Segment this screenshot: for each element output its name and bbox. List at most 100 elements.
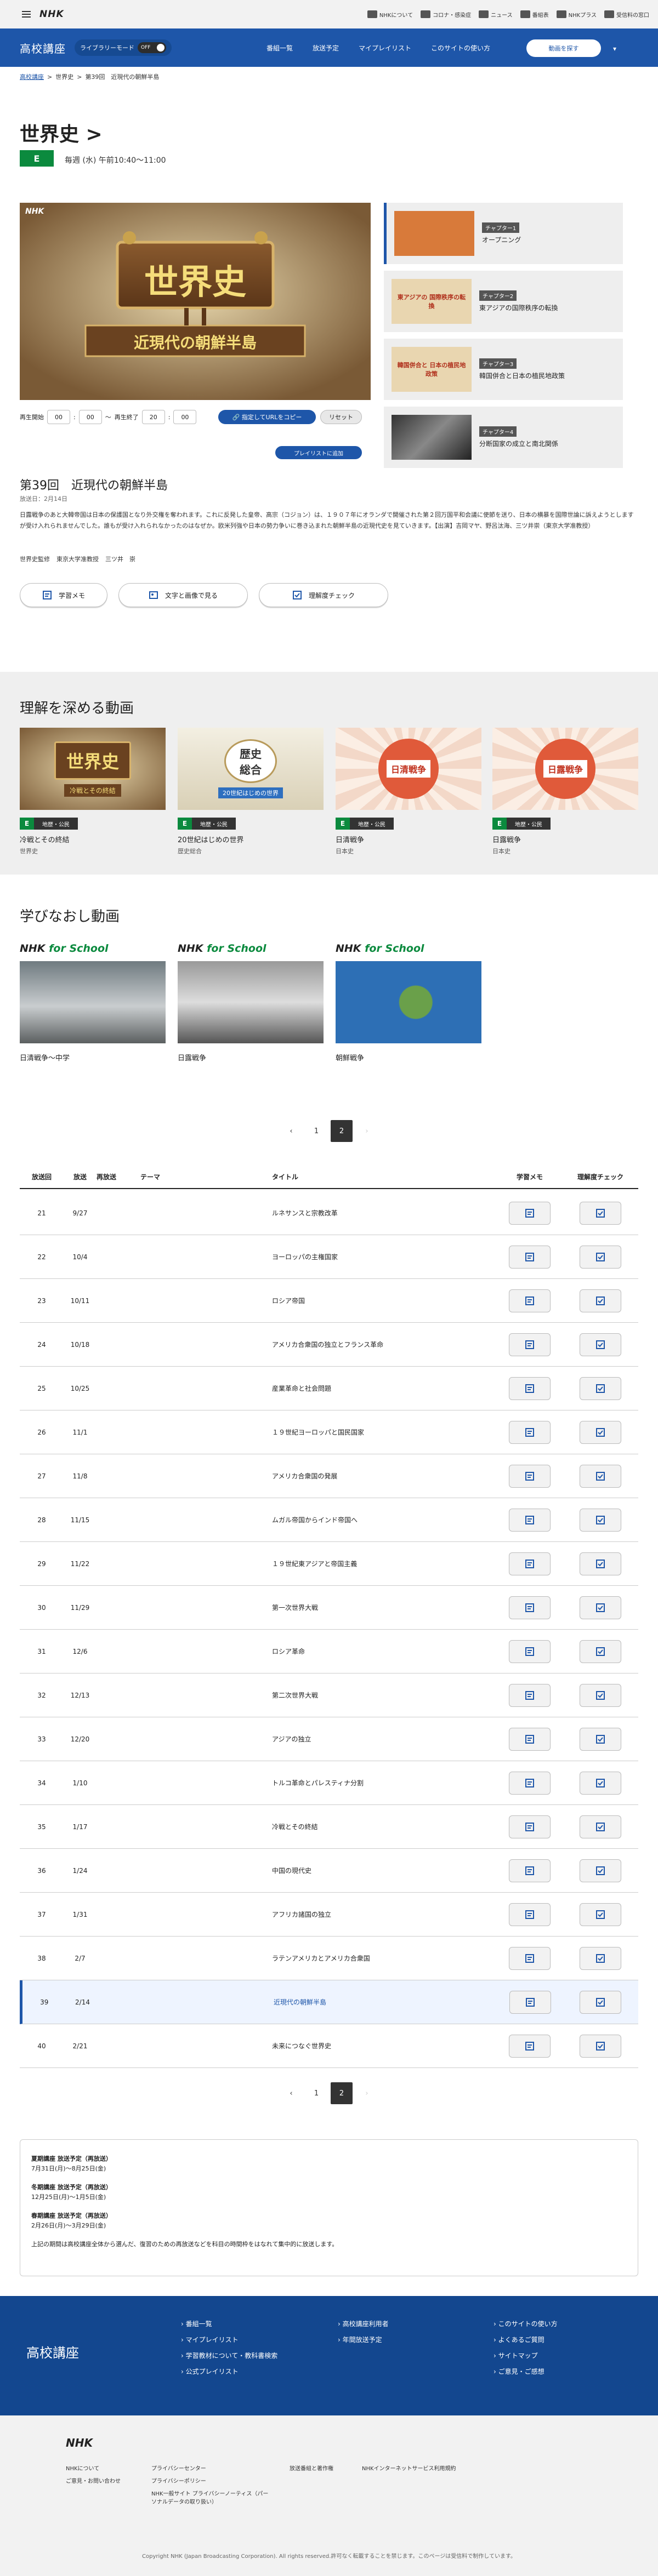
bottom-link[interactable]: NHKについて [66, 2464, 121, 2472]
footer-link[interactable]: › マイプレイリスト [181, 2335, 277, 2344]
episode-title-link[interactable]: ロシア帝国 [272, 1296, 497, 1305]
footer-link[interactable]: › 番組一覧 [181, 2319, 277, 2328]
check-button[interactable] [580, 1815, 621, 1838]
review-card[interactable]: NHK for School 日露戦争 [178, 943, 324, 1063]
memo-button[interactable] [509, 1727, 551, 1751]
table-row[interactable]: 28 11/15 ムガル帝国からインド帝国へ [20, 1498, 638, 1542]
check-button[interactable] [580, 1201, 621, 1225]
episode-title-link[interactable]: ルネサンスと宗教改革 [272, 1208, 497, 1218]
page-2-button[interactable]: 2 [331, 1120, 353, 1142]
footer-link[interactable]: › 学習教材について・教科書検索 [181, 2351, 277, 2360]
nav-program-list[interactable]: 番組一覧 [266, 43, 293, 53]
table-row[interactable]: 29 11/22 １９世紀東アジアと帝国主義 [20, 1542, 638, 1586]
chapter-4[interactable]: チャプター4 分断国家の成立と南北関係 [384, 407, 623, 468]
check-button[interactable] [580, 1376, 621, 1400]
memo-button[interactable] [509, 1946, 551, 1970]
check-button[interactable] [580, 1771, 621, 1795]
episode-title-link[interactable]: 産業革命と社会問題 [272, 1384, 497, 1393]
page-2-button[interactable]: 2 [331, 2082, 353, 2104]
memo-button[interactable] [509, 1815, 551, 1838]
kokokoza-logo[interactable]: 高校講座 [20, 40, 66, 56]
check-button[interactable] [580, 1640, 621, 1663]
memo-button[interactable] [509, 1903, 551, 1926]
episode-title-link[interactable]: トルコ革命とパレスティナ分割 [272, 1778, 497, 1787]
video-player[interactable]: NHK 世界史 近現代の朝鮮半島 [20, 203, 371, 400]
check-button[interactable] [580, 1727, 621, 1751]
episode-title-link[interactable]: アフリカ諸国の独立 [272, 1910, 497, 1919]
prev-page-button[interactable]: ‹ [280, 1120, 302, 1142]
episode-title-link[interactable]: １９世紀ヨーロッパと国民国家 [272, 1427, 497, 1437]
memo-button[interactable] [509, 1990, 551, 2014]
check-button[interactable] [580, 1289, 621, 1312]
footer-link[interactable]: › サイトマップ [494, 2351, 558, 2360]
chapter-3[interactable]: 韓国併合と 日本の植民地政策 チャプター3 韓国併合と日本の植民地政策 [384, 339, 623, 400]
chevron-down-icon[interactable]: ▾ [613, 45, 616, 53]
menu-icon[interactable] [22, 11, 31, 18]
topbar-link-fee[interactable]: 受信料の窓口 [604, 10, 649, 19]
table-row[interactable]: 39 2/14 近現代の朝鮮半島 [20, 1980, 638, 2024]
bottom-link[interactable]: 放送番組と著作権 [290, 2464, 333, 2472]
table-row[interactable]: 40 2/21 未来につなぐ世界史 [20, 2024, 638, 2068]
review-card[interactable]: NHK for School 朝鮮戦争 [336, 943, 481, 1063]
memo-button[interactable] [509, 1464, 551, 1488]
nav-how-to-use[interactable]: このサイトの使い方 [431, 43, 490, 53]
episode-title-link[interactable]: ロシア革命 [272, 1647, 497, 1656]
check-button[interactable] [580, 1552, 621, 1575]
bottom-link[interactable]: NHKインターネットサービス利用規約 [362, 2464, 456, 2472]
check-button[interactable] [580, 1683, 621, 1707]
footer-link[interactable]: › 年間放送予定 [338, 2335, 389, 2344]
footer-link[interactable]: › ご意見・ご感想 [494, 2367, 558, 2376]
table-row[interactable]: 38 2/7 ラテンアメリカとアメリカ合衆国 [20, 1937, 638, 1980]
table-row[interactable]: 23 10/11 ロシア帝国 [20, 1279, 638, 1323]
episode-title-link[interactable]: 近現代の朝鮮半島 [274, 1997, 497, 2007]
episode-title-link[interactable]: 第一次世界大戦 [272, 1603, 497, 1612]
nhk-logo[interactable]: NHK [39, 9, 64, 20]
bottom-link[interactable]: NHK一般サイト プライバシーノーティス（パーソナルデータの取り扱い） [151, 2489, 272, 2505]
topbar-link-nhkplus[interactable]: NHKプラス [556, 10, 597, 19]
breadcrumb-subject[interactable]: 世界史 [55, 72, 73, 81]
page-1-button[interactable]: 1 [305, 2082, 327, 2104]
check-button[interactable] [580, 1420, 621, 1444]
episode-title-link[interactable]: 第二次世界大戦 [272, 1690, 497, 1700]
memo-button[interactable] [509, 1289, 551, 1312]
memo-button[interactable] [509, 1640, 551, 1663]
next-page-button[interactable]: › [356, 1120, 378, 1142]
check-button[interactable] [580, 1464, 621, 1488]
copy-url-button[interactable]: 🔗 指定してURLをコピー [218, 410, 316, 424]
check-button[interactable] [580, 1903, 621, 1926]
episode-title-link[interactable]: ヨーロッパの主権国家 [272, 1252, 497, 1261]
breadcrumb-home[interactable]: 高校講座 [20, 72, 44, 81]
check-button[interactable] [580, 1508, 621, 1532]
chapter-2[interactable]: 東アジアの 国際秩序の転換 チャプター2 東アジアの国際秩序の転換 [384, 271, 623, 332]
nhk-footer-logo[interactable]: NHK [66, 2436, 93, 2449]
related-card[interactable]: 日清戦争 E 地歴・公民 日清戦争 日本史 [336, 728, 481, 855]
episode-title-link[interactable]: 未来につなぐ世界史 [272, 2041, 497, 2050]
check-button[interactable] [580, 1946, 621, 1970]
related-card[interactable]: 世界史 冷戦とその終結 E 地歴・公民 冷戦とその終結 世界史 [20, 728, 166, 855]
episode-title-link[interactable]: アメリカ合衆国の発展 [272, 1471, 497, 1481]
footer-logo[interactable]: 高校講座 [26, 2342, 79, 2361]
episode-title-link[interactable]: 中国の現代史 [272, 1866, 497, 1875]
memo-button[interactable] [509, 1420, 551, 1444]
footer-link[interactable]: › 公式プレイリスト [181, 2367, 277, 2376]
table-row[interactable]: 31 12/6 ロシア革命 [20, 1630, 638, 1673]
table-row[interactable]: 33 12/20 アジアの独立 [20, 1717, 638, 1761]
memo-button[interactable] [509, 1376, 551, 1400]
check-button[interactable] [580, 1245, 621, 1269]
start-min-field[interactable]: 00 [47, 410, 70, 424]
nav-my-playlist[interactable]: マイプレイリスト [359, 43, 411, 53]
table-row[interactable]: 22 10/4 ヨーロッパの主権国家 [20, 1235, 638, 1279]
table-row[interactable]: 35 1/17 冷戦とその終結 [20, 1805, 638, 1849]
reset-button[interactable]: リセット [320, 410, 362, 424]
check-button[interactable] [580, 2034, 621, 2058]
page-1-button[interactable]: 1 [305, 1120, 327, 1142]
memo-button[interactable] [509, 1683, 551, 1707]
memo-button[interactable] [509, 1859, 551, 1882]
table-row[interactable]: 30 11/29 第一次世界大戦 [20, 1586, 638, 1630]
memo-button[interactable] [509, 1245, 551, 1269]
comprehension-check-button[interactable]: 理解度チェック [259, 583, 388, 607]
end-sec-field[interactable]: 00 [173, 410, 197, 424]
nav-schedule[interactable]: 放送予定 [313, 43, 339, 53]
review-card[interactable]: NHK for School 日清戦争～中学 [20, 943, 166, 1063]
bottom-link[interactable]: プライバシーポリシー [151, 2476, 272, 2484]
